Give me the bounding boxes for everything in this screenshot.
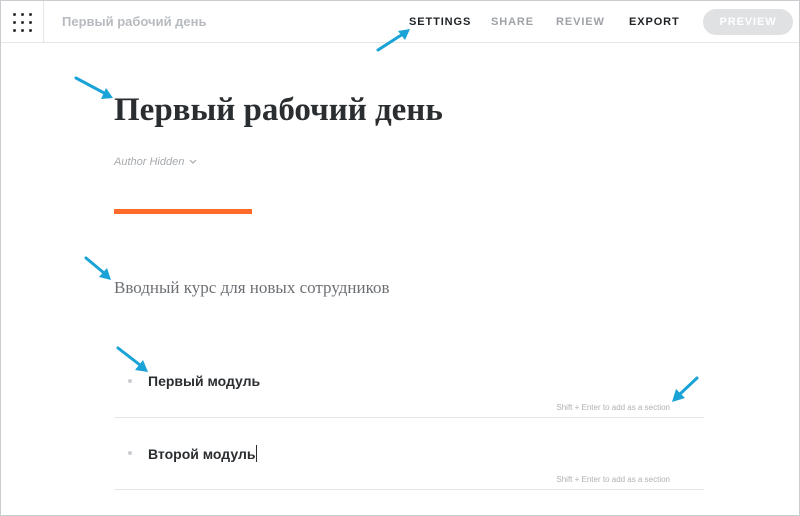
section-hint: Shift + Enter to add as a section <box>556 475 670 484</box>
settings-tab[interactable]: SETTINGS <box>409 16 471 28</box>
lesson-title[interactable]: Первый модуль <box>148 373 260 389</box>
lesson-bullet <box>128 451 132 455</box>
arrow-icon <box>84 256 111 280</box>
lesson-item[interactable]: Второй модуль Shift + Enter to add as a … <box>114 418 704 490</box>
section-hint: Shift + Enter to add as a section <box>556 403 670 412</box>
lesson-bullet <box>128 379 132 383</box>
apps-grid-icon[interactable] <box>1 1 44 43</box>
course-title[interactable]: Первый рабочий день <box>114 92 443 129</box>
arrow-icon <box>376 29 410 52</box>
preview-button[interactable]: PREVIEW <box>703 9 793 35</box>
arrow-icon <box>116 346 148 372</box>
lesson-item[interactable]: Первый модуль Shift + Enter to add as a … <box>114 346 704 418</box>
arrow-icon <box>74 76 113 99</box>
review-tab[interactable]: REVIEW <box>556 16 605 28</box>
lesson-title-text: Второй модуль <box>148 446 256 462</box>
chevron-down-icon <box>189 157 197 168</box>
author-label: Author Hidden <box>114 156 185 168</box>
course-description[interactable]: Вводный курс для новых сотрудников <box>114 278 390 298</box>
document-title: Первый рабочий день <box>62 14 207 29</box>
accent-divider <box>114 209 252 214</box>
share-tab[interactable]: SHARE <box>491 16 534 28</box>
arrow-icon <box>672 376 699 402</box>
text-cursor <box>256 445 258 462</box>
author-selector[interactable]: Author Hidden <box>114 156 197 168</box>
export-tab[interactable]: EXPORT <box>629 16 680 28</box>
lesson-title[interactable]: Второй модуль <box>148 445 258 462</box>
